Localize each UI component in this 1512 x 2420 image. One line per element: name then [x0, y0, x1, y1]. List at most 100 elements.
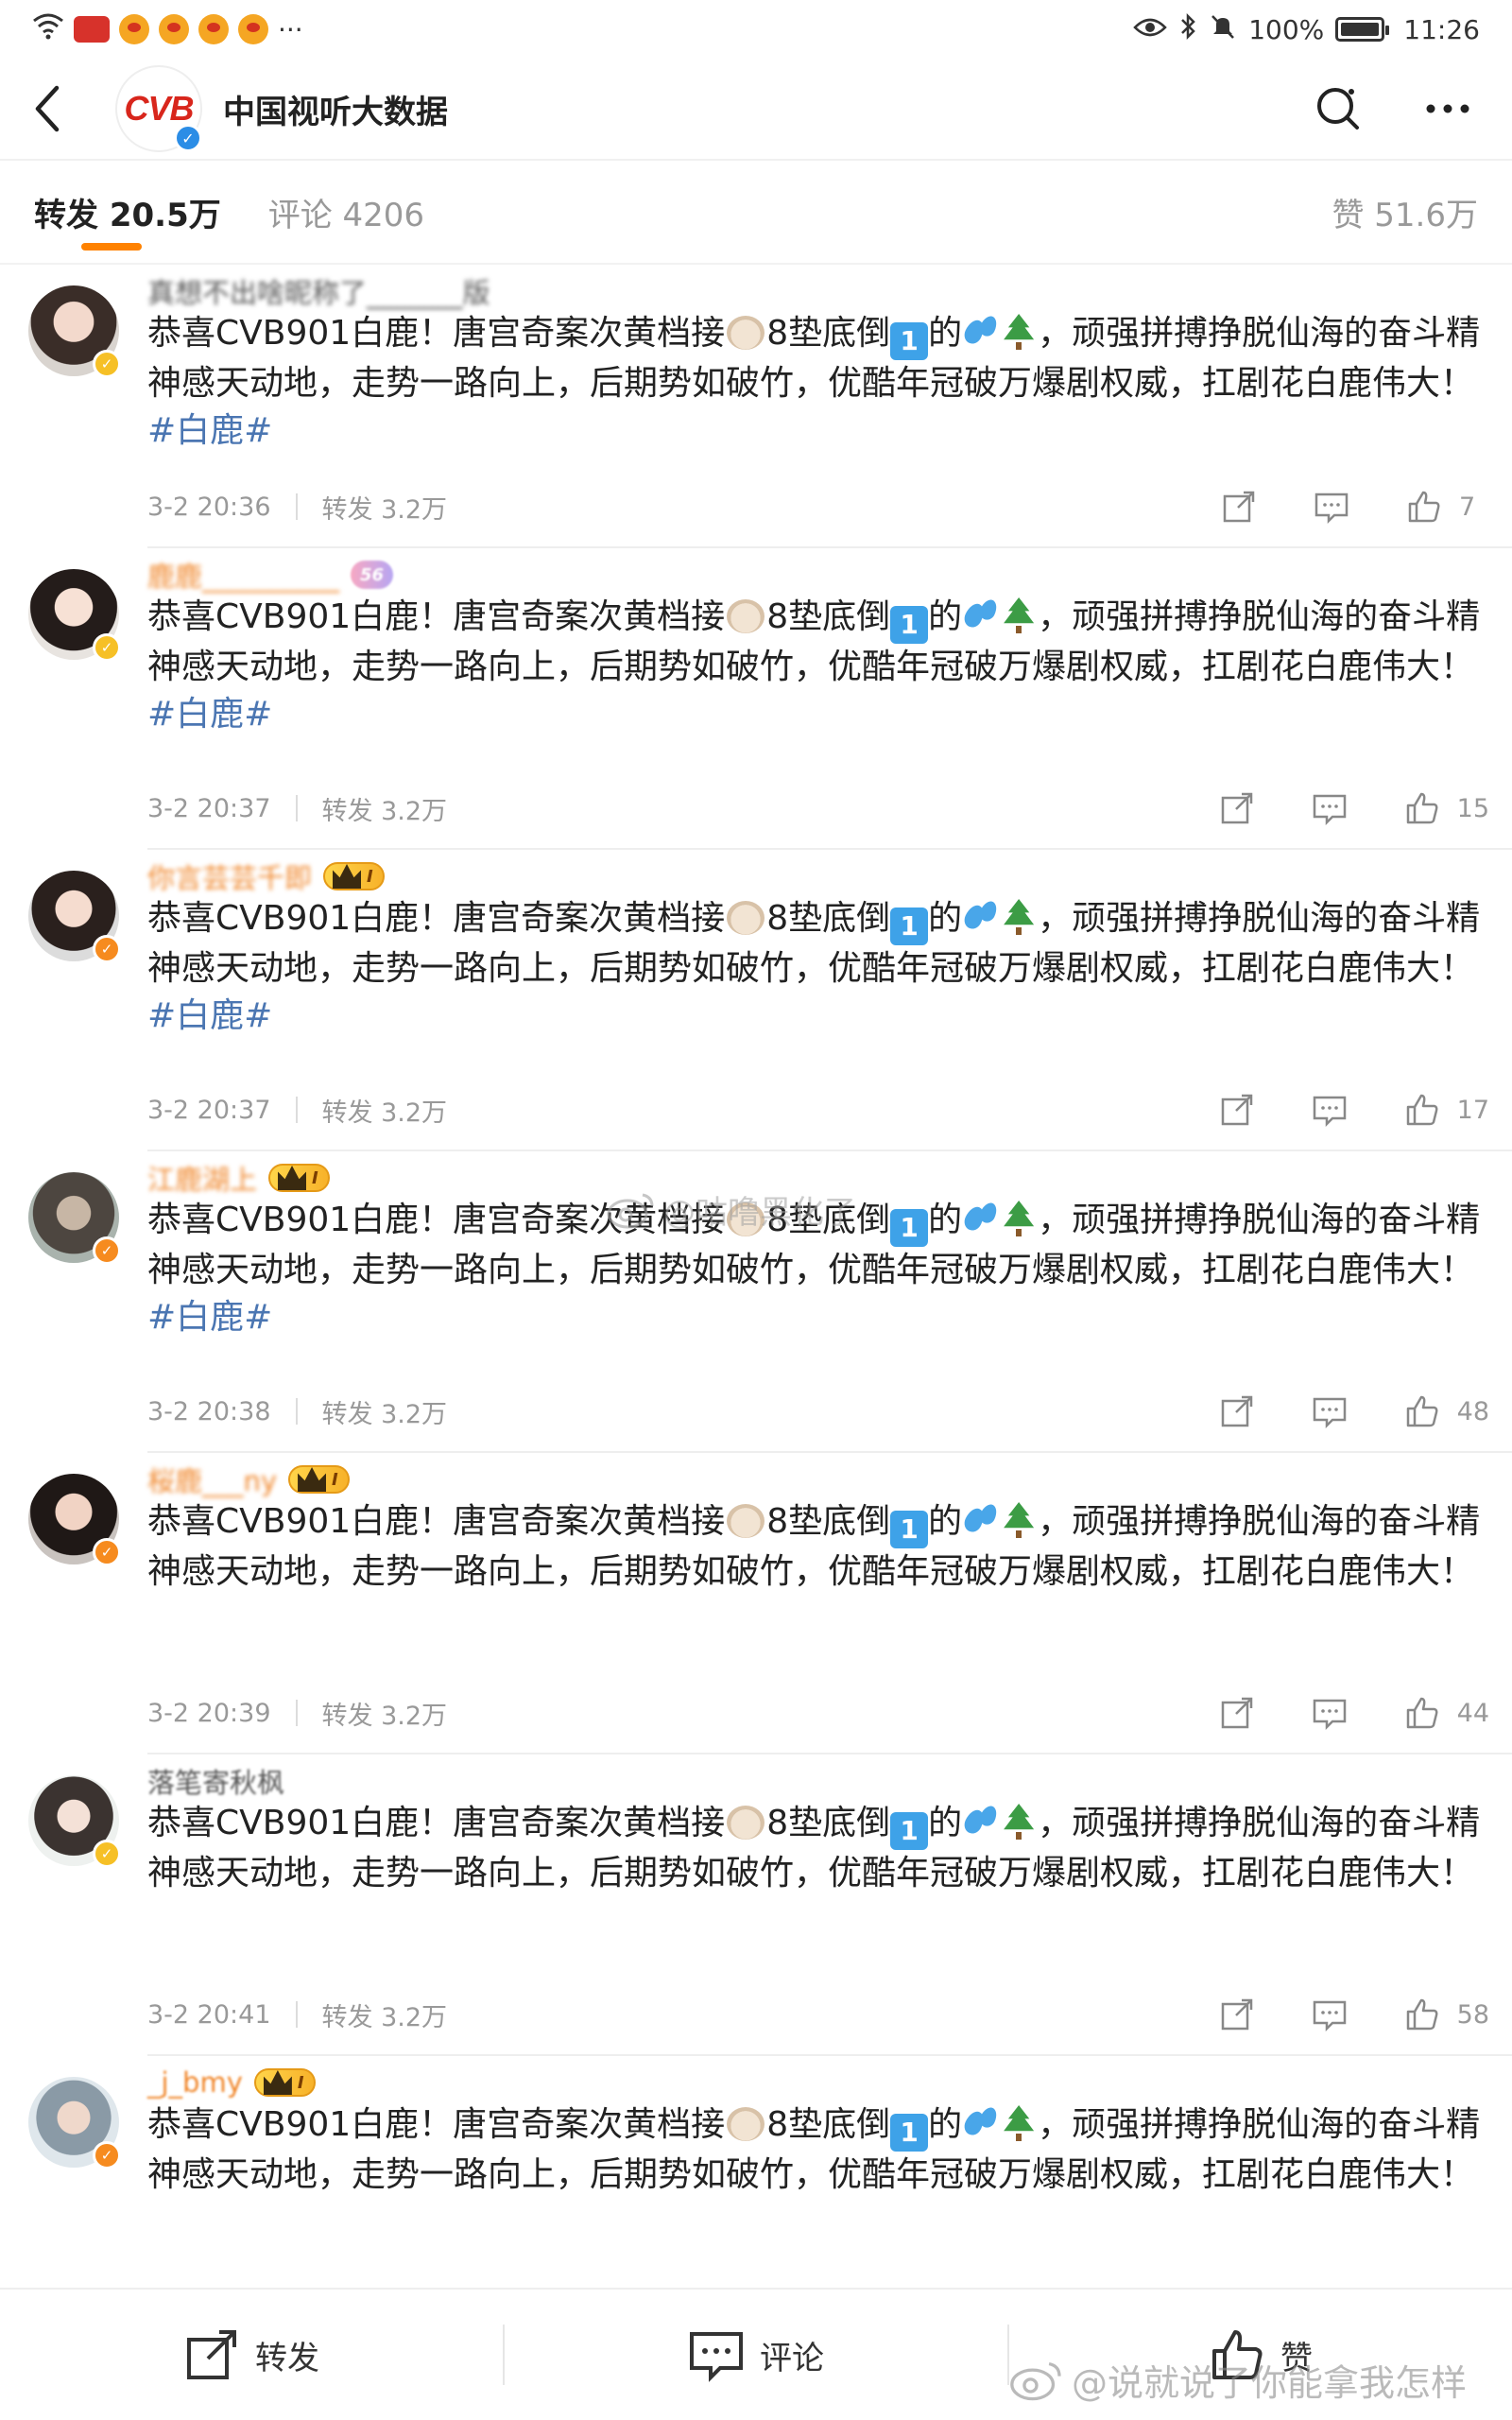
divider	[295, 493, 298, 520]
username[interactable]: 桜鹿___ny	[147, 1460, 277, 1499]
comment-button[interactable]: 评论	[505, 2289, 1007, 2420]
bottom-action-bar: 转发 评论 赞	[0, 2288, 1512, 2420]
list-item[interactable]: ✓ 江鹿湖上 I 恭喜CVB901白鹿！唐宫奇案次黄档接 8垫底倒 1 的，顽强拼搏挣…	[28, 1151, 1512, 1453]
list-item[interactable]: ✓ 真想不出啥昵称了_______版 恭喜CVB901白鹿！唐宫奇案次黄档接 8垫…	[28, 265, 1512, 548]
repost-button[interactable]: 转发	[0, 2289, 503, 2420]
name-row: 落笔寄秋枫	[147, 1760, 284, 1802]
tree-emoji-icon	[1000, 1199, 1038, 1236]
text-part: 的	[928, 2105, 963, 2144]
divider	[295, 1700, 298, 1726]
text-part: 恭喜CVB901白鹿！唐宫奇案次黄档接	[147, 899, 726, 938]
like-count: 44	[1456, 1698, 1489, 1728]
wifi-icon	[32, 11, 64, 47]
username[interactable]: 真想不出啥昵称了_______版	[147, 271, 490, 311]
cvb-logo: CVB	[124, 89, 194, 128]
text-part: 的	[928, 1502, 963, 1541]
fan-level-badge: 56	[351, 561, 394, 589]
weibo-notification-icon	[159, 14, 189, 44]
verified-badge-icon: ✓	[93, 2141, 121, 2169]
comment-icon[interactable]	[1312, 1996, 1348, 2032]
like-button[interactable]: 58	[1404, 1996, 1489, 2032]
crown-icon	[278, 1166, 307, 1190]
like-button[interactable]: 赞	[1009, 2289, 1512, 2420]
droplets-emoji-icon	[962, 1199, 1000, 1236]
share-icon[interactable]	[1219, 1996, 1255, 2032]
list-item[interactable]: ✓ 鹿鹿__________ 56 恭喜CVB901白鹿！唐宫奇案次黄档接 8垫底…	[28, 548, 1512, 850]
vip-level: I	[312, 1167, 318, 1188]
sheep-emoji-icon	[727, 1504, 765, 1538]
item-actions: 58	[1219, 1996, 1489, 2032]
text-part: 的	[928, 1804, 963, 1842]
tree-emoji-icon	[1000, 1802, 1038, 1840]
item-meta: 3-2 20:37 转发 3.2万 15	[147, 787, 1489, 829]
like-button[interactable]: 17	[1404, 1092, 1489, 1128]
thumbs-up-icon	[1406, 792, 1438, 824]
like-button[interactable]: 7	[1406, 489, 1489, 525]
divider	[295, 795, 298, 821]
search-icon[interactable]	[1312, 82, 1365, 135]
account-name[interactable]: 中国视听大数据	[223, 86, 448, 132]
timestamp: 3-2 20:41	[147, 1999, 271, 2030]
text-part: 恭喜CVB901白鹿！唐宫奇案次黄档接	[147, 314, 726, 353]
like-button[interactable]: 48	[1404, 1393, 1489, 1429]
comment-icon[interactable]	[1312, 1393, 1348, 1429]
comment-icon[interactable]	[1312, 790, 1348, 826]
share-icon[interactable]	[1219, 1393, 1255, 1429]
hashtag-link[interactable]: #白鹿#	[147, 695, 272, 734]
vip-badge: I	[253, 2068, 316, 2097]
share-icon[interactable]	[1219, 1695, 1255, 1731]
header-actions	[1312, 82, 1512, 135]
text-part: 8垫底倒	[766, 2105, 891, 2144]
tab-comments[interactable]: 评论 4206	[268, 160, 424, 264]
username[interactable]: 江鹿湖上	[147, 1158, 257, 1198]
list-item[interactable]: ✓ 落笔寄秋枫 恭喜CVB901白鹿！唐宫奇案次黄档接 8垫底倒 1 的，顽强拼搏挣脱…	[28, 1754, 1512, 2056]
keycap-one-emoji-icon: 1	[890, 1511, 929, 1548]
thumbs-up-icon	[1406, 1697, 1438, 1729]
share-icon[interactable]	[1219, 790, 1255, 826]
more-options-icon[interactable]	[1421, 82, 1474, 135]
list-item[interactable]: ✓ _j_bmy I 恭喜CVB901白鹿！唐宫奇案次黄档接 8垫底倒 1 的，顽强拼…	[28, 2056, 1512, 2288]
account-avatar[interactable]: CVB ✓	[115, 65, 202, 152]
comment-icon[interactable]	[1314, 489, 1349, 525]
text-part: 8垫底倒	[766, 314, 891, 353]
item-actions: 44	[1219, 1695, 1489, 1731]
vip-level: I	[332, 1469, 338, 1490]
username[interactable]: 你言芸芸千即	[147, 856, 312, 896]
like-button[interactable]: 15	[1404, 790, 1489, 826]
username[interactable]: 鹿鹿__________	[147, 555, 339, 595]
hashtag-link[interactable]: #白鹿#	[147, 411, 272, 450]
crown-icon	[298, 1467, 327, 1492]
comment-icon[interactable]	[1312, 1092, 1348, 1128]
list-item[interactable]: ✓ 桜鹿___ny I 恭喜CVB901白鹿！唐宫奇案次黄档接 8垫底倒 1 的，顽强…	[28, 1453, 1512, 1754]
username[interactable]: 落笔寄秋枫	[147, 1761, 284, 1801]
keycap-one-emoji-icon: 1	[890, 606, 929, 644]
item-meta: 3-2 20:36 转发 3.2万 7	[147, 486, 1489, 527]
repost-text: 恭喜CVB901白鹿！唐宫奇案次黄档接 8垫底倒 1 的，顽强拼搏挣脱仙海的奋斗精神感…	[147, 1800, 1489, 1897]
text-part: 恭喜CVB901白鹿！唐宫奇案次黄档接	[147, 1502, 726, 1541]
back-button[interactable]	[0, 58, 94, 160]
username[interactable]: _j_bmy	[147, 2066, 243, 2099]
hashtag-link[interactable]: #白鹿#	[147, 996, 272, 1035]
text-part: 恭喜CVB901白鹿！唐宫奇案次黄档接	[147, 597, 726, 636]
hashtag-link[interactable]: #白鹿#	[147, 1298, 272, 1337]
like-button[interactable]: 44	[1404, 1695, 1489, 1731]
name-row: 江鹿湖上 I	[147, 1157, 330, 1199]
more-notifications-indicator: ···	[278, 13, 303, 45]
share-icon[interactable]	[1221, 489, 1257, 525]
name-row: 桜鹿___ny I	[147, 1459, 350, 1500]
repost-count: 转发 3.2万	[321, 1399, 448, 1429]
share-icon[interactable]	[1219, 1092, 1255, 1128]
list-item[interactable]: ✓ 你言芸芸千即 I 恭喜CVB901白鹿！唐宫奇案次黄档接 8垫底倒 1 的，顽强拼…	[28, 850, 1512, 1151]
name-row: 鹿鹿__________ 56	[147, 554, 394, 596]
tab-likes[interactable]: 赞 51.6万	[1332, 160, 1478, 264]
timestamp: 3-2 20:38	[147, 1396, 271, 1426]
tree-emoji-icon	[1000, 312, 1038, 350]
timestamp: 3-2 20:37	[147, 793, 271, 823]
thumbs-up-icon	[1406, 1395, 1438, 1427]
tab-repost[interactable]: 转发 20.5万	[34, 160, 221, 264]
sheep-emoji-icon	[727, 1202, 765, 1236]
sheep-emoji-icon	[727, 901, 765, 935]
comment-icon[interactable]	[1312, 1695, 1348, 1731]
item-meta: 3-2 20:37 转发 3.2万 17	[147, 1089, 1489, 1131]
repost-text: 恭喜CVB901白鹿！唐宫奇案次黄档接 8垫底倒 1 的，顽强拼搏挣脱仙海的奋斗精神感…	[147, 310, 1489, 455]
